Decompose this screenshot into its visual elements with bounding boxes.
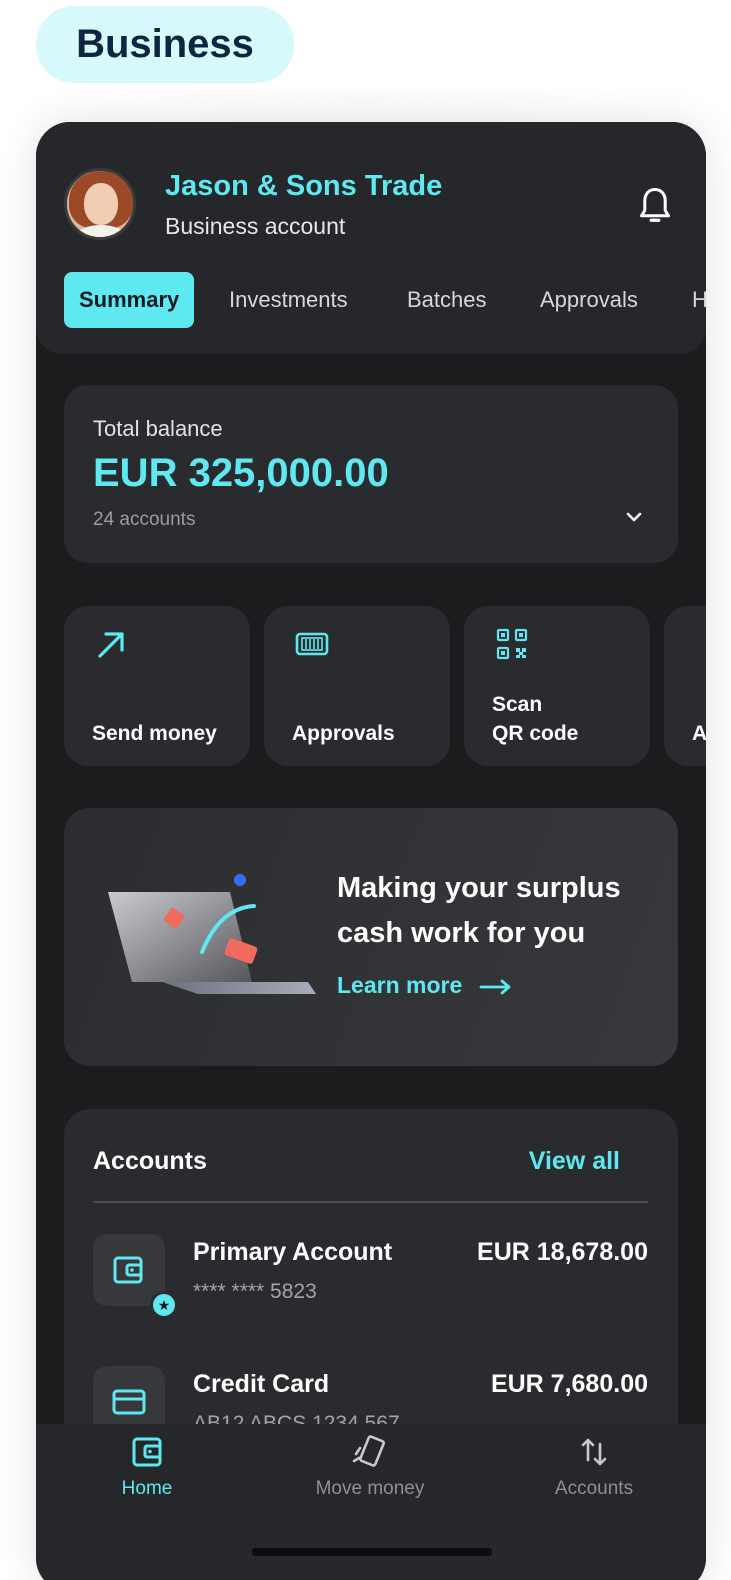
tab-bar: Summary Investments Batches Approvals H <box>64 272 706 328</box>
scan-label-line1: Scan <box>492 693 543 716</box>
bell-icon[interactable] <box>637 186 673 226</box>
scan-label-line2: QR code <box>492 722 579 745</box>
account-amount: EUR 18,678.00 <box>477 1238 648 1266</box>
accounts-card: Accounts View all ★ Primary Account ****… <box>64 1109 678 1449</box>
arrow-up-right-icon <box>98 632 124 658</box>
account-number: **** **** 5823 <box>193 1280 317 1303</box>
more-action-label: A <box>692 722 706 745</box>
account-name: Credit Card <box>193 1370 330 1398</box>
nav-accounts-label: Accounts <box>554 1478 634 1499</box>
laptop-illustration-icon <box>108 874 316 994</box>
tab-investments[interactable]: Investments <box>229 272 348 328</box>
transfer-arrows-icon <box>581 1438 607 1466</box>
tab-batches[interactable]: Batches <box>407 272 487 328</box>
arrow-right-icon <box>479 979 511 995</box>
account-row[interactable]: ★ Primary Account **** **** 5823 EUR 18,… <box>64 1234 678 1344</box>
account-count: 24 accounts <box>93 509 196 530</box>
approvals-button[interactable]: Approvals <box>264 606 450 766</box>
account-name: Primary Account <box>193 1238 393 1266</box>
promo-banner[interactable]: Making your surplus cash work for you Le… <box>64 808 678 1066</box>
nav-home[interactable]: Home <box>67 1434 227 1500</box>
send-money-label: Send money <box>92 722 217 745</box>
tab-summary[interactable]: Summary <box>64 272 195 328</box>
view-all-link[interactable]: View all <box>529 1147 620 1176</box>
tab-approvals[interactable]: Approvals <box>540 272 638 328</box>
promo-title: Making your surplus cash work for you <box>337 872 621 949</box>
favorite-star-icon: ★ <box>150 1291 178 1319</box>
send-money-button[interactable]: Send money <box>64 606 250 766</box>
home-indicator <box>252 1548 492 1556</box>
learn-more-label: Learn more <box>337 972 463 998</box>
approvals-label: Approvals <box>292 722 395 745</box>
scan-qr-button[interactable]: Scan QR code <box>464 606 650 766</box>
bottom-navigation: Home Move money Accounts <box>36 1424 706 1580</box>
approvals-icon <box>295 632 329 656</box>
divider <box>93 1201 648 1203</box>
learn-more-link[interactable]: Learn more <box>337 972 513 999</box>
balance-card[interactable]: Total balance EUR 325,000.00 24 accounts <box>64 385 678 563</box>
nav-accounts[interactable]: Accounts <box>514 1434 674 1500</box>
nav-move-money[interactable]: Move money <box>290 1434 450 1500</box>
tab-more[interactable]: H <box>692 272 706 328</box>
balance-value: EUR 325,000.00 <box>93 451 389 495</box>
balance-label: Total balance <box>93 416 223 441</box>
scan-qr-label: Scan QR code <box>492 690 578 748</box>
more-action-button[interactable]: A <box>664 606 706 766</box>
account-type: Business account <box>165 213 346 239</box>
user-avatar[interactable] <box>64 168 136 240</box>
home-wallet-icon <box>132 1437 162 1467</box>
account-amount: EUR 7,680.00 <box>490 1370 648 1398</box>
phone-screen: Jason & Sons Trade Business account Summ… <box>36 122 706 1580</box>
move-money-icon <box>352 1435 385 1467</box>
app-header: Jason & Sons Trade Business account Summ… <box>36 122 706 354</box>
chevron-down-icon[interactable] <box>624 510 644 524</box>
nav-home-label: Home <box>121 1478 173 1499</box>
business-badge: Business <box>36 6 294 83</box>
accounts-title: Accounts <box>93 1147 207 1175</box>
qr-code-icon <box>496 628 528 660</box>
nav-move-money-label: Move money <box>315 1478 425 1499</box>
company-name: Jason & Sons Trade <box>165 170 443 202</box>
